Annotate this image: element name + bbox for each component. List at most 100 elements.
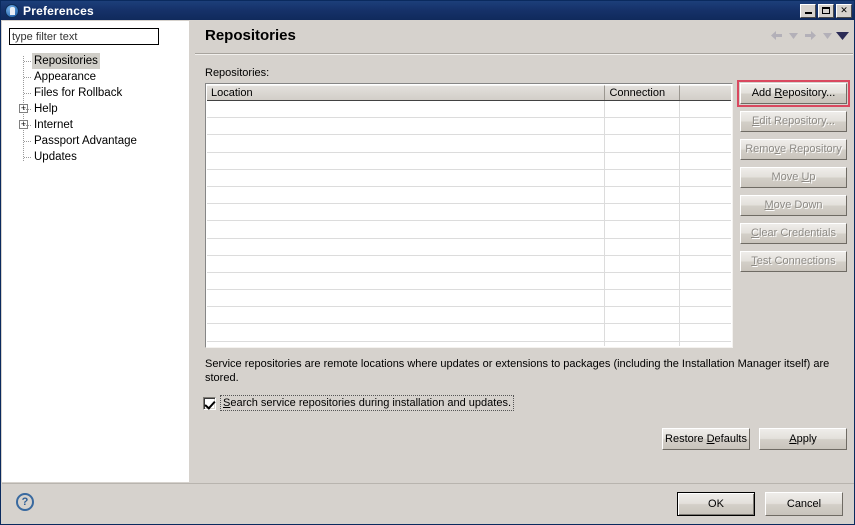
add-repository-button[interactable]: Add Repository... xyxy=(740,83,847,104)
table-cell xyxy=(605,341,681,346)
test-connections-button[interactable]: Test Connections xyxy=(740,251,847,272)
table-cell xyxy=(680,324,731,340)
preferences-tree: Repositories Appearance Files for Rollba… xyxy=(2,53,189,165)
search-service-repositories-row[interactable]: Search service repositories during insta… xyxy=(203,395,515,411)
tree-connector xyxy=(24,141,32,142)
view-menu-chevron-icon[interactable] xyxy=(836,27,849,44)
table-row[interactable] xyxy=(207,169,731,187)
window-controls: ✕ xyxy=(800,3,854,18)
table-row[interactable] xyxy=(207,186,731,205)
cancel-button[interactable]: Cancel xyxy=(765,492,843,516)
close-button[interactable]: ✕ xyxy=(836,3,852,18)
page-title: Repositories xyxy=(205,27,296,44)
table-cell xyxy=(207,341,606,346)
table-cell xyxy=(680,187,731,203)
table-cell xyxy=(605,238,681,255)
preferences-sidebar: Repositories Appearance Files for Rollba… xyxy=(2,21,189,482)
table-cell xyxy=(680,170,731,186)
table-cell xyxy=(605,101,681,118)
table-cell xyxy=(207,238,606,255)
tree-connector xyxy=(24,157,32,158)
table-cell xyxy=(605,272,681,290)
maximize-icon xyxy=(819,5,833,17)
table-cell xyxy=(605,255,681,272)
restore-defaults-button[interactable]: Restore Defaults xyxy=(662,428,750,450)
table-row[interactable] xyxy=(207,324,731,342)
search-service-repositories-label: Search service repositories during insta… xyxy=(220,395,515,411)
table-cell xyxy=(680,273,731,289)
forward-arrow-icon[interactable] xyxy=(802,27,819,44)
table-cell xyxy=(207,290,606,307)
back-arrow-icon[interactable] xyxy=(768,27,785,44)
preferences-dialog: Preferences ✕ Repositories Appearance Fi… xyxy=(0,0,855,525)
page-nav-toolbar xyxy=(768,27,849,44)
repository-actions: Add Repository... Edit Repository... Rem… xyxy=(737,80,850,279)
remove-repository-button[interactable]: Remove Repository xyxy=(740,139,847,160)
table-row[interactable] xyxy=(207,255,731,273)
page-action-buttons: Restore Defaults Apply xyxy=(662,428,847,457)
sidebar-item-label: Updates xyxy=(34,151,77,163)
table-row[interactable] xyxy=(207,341,731,346)
table-cell xyxy=(680,153,731,169)
help-icon[interactable]: ? xyxy=(16,493,34,511)
table-row[interactable] xyxy=(207,307,731,325)
column-header-connection[interactable]: Connection xyxy=(605,85,681,100)
table-cell xyxy=(680,221,731,237)
table-cell xyxy=(605,221,681,238)
table-cell xyxy=(680,256,731,272)
minimize-button[interactable] xyxy=(800,3,816,18)
header-divider xyxy=(195,53,853,55)
tree-connector xyxy=(24,93,32,94)
window-titlebar: Preferences ✕ xyxy=(1,1,854,20)
table-row[interactable] xyxy=(207,221,731,239)
column-header-location[interactable]: Location xyxy=(207,85,606,100)
repositories-description: Service repositories are remote location… xyxy=(205,358,830,384)
tree-connector xyxy=(24,109,32,110)
table-row[interactable] xyxy=(207,204,731,222)
move-down-button[interactable]: Move Down xyxy=(740,195,847,216)
table-row[interactable] xyxy=(207,101,731,119)
table-cell xyxy=(680,307,731,323)
add-repository-button-wrap: Add Repository... xyxy=(737,80,850,107)
ok-button[interactable]: OK xyxy=(677,492,755,516)
maximize-button[interactable] xyxy=(818,3,834,18)
table-cell xyxy=(207,307,606,324)
table-cell xyxy=(605,135,681,152)
table-row[interactable] xyxy=(207,152,731,170)
table-cell xyxy=(680,135,731,151)
search-service-repositories-checkbox[interactable] xyxy=(203,396,216,410)
edit-repository-button[interactable]: Edit Repository... xyxy=(740,111,847,132)
page-header: Repositories xyxy=(193,21,854,55)
table-cell xyxy=(207,101,606,118)
move-up-button[interactable]: Move Up xyxy=(740,167,847,188)
table-row[interactable] xyxy=(207,135,731,153)
apply-button[interactable]: Apply xyxy=(759,428,847,450)
clear-credentials-button[interactable]: Clear Credentials xyxy=(740,223,847,244)
table-rows-container xyxy=(207,101,731,346)
sidebar-item-label: Repositories xyxy=(32,53,100,69)
sidebar-item-label: Help xyxy=(34,103,58,115)
table-cell xyxy=(207,186,606,204)
table-cell xyxy=(680,118,731,134)
repositories-table-label: Repositories: xyxy=(205,67,270,79)
table-row[interactable] xyxy=(207,272,731,291)
table-cell xyxy=(207,272,606,290)
table-cell xyxy=(207,135,606,152)
filter-input[interactable] xyxy=(9,28,159,45)
sidebar-item-label: Appearance xyxy=(34,71,97,83)
forward-history-chevron-icon[interactable] xyxy=(823,27,832,44)
table-cell xyxy=(605,290,681,307)
repositories-table[interactable]: Location Connection xyxy=(205,83,733,348)
preferences-app-icon xyxy=(5,3,19,18)
window-title: Preferences xyxy=(23,3,94,18)
tree-connector xyxy=(24,61,32,62)
back-history-chevron-icon[interactable] xyxy=(789,27,798,44)
repositories-table-body: Location Connection xyxy=(207,85,731,346)
column-header-extra[interactable] xyxy=(680,85,731,100)
sidebar-item-label: Files for Rollback xyxy=(34,87,123,99)
table-row[interactable] xyxy=(207,290,731,308)
table-cell xyxy=(207,152,606,169)
table-cell xyxy=(207,324,606,341)
table-row[interactable] xyxy=(207,238,731,256)
table-row[interactable] xyxy=(207,118,731,136)
